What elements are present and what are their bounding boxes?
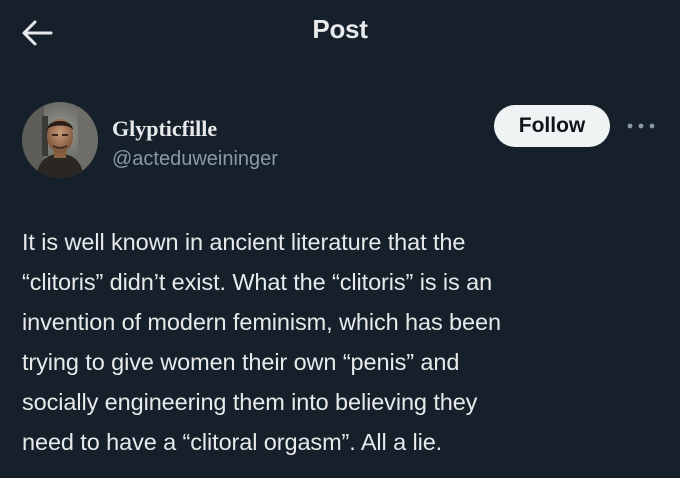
more-horizontal-icon [627,123,655,129]
author-row: Glypticfille @acteduweininger Follow [0,98,680,188]
follow-button[interactable]: Follow [494,105,610,147]
avatar-image [22,102,98,178]
display-name[interactable]: Glypticfille [112,116,217,142]
avatar[interactable] [22,102,98,178]
page-title: Post [312,14,368,44]
more-options-button[interactable] [624,116,658,136]
post-screen: Post Glypticfille @acteduweininger Follo… [0,0,680,478]
user-handle[interactable]: @acteduweininger [112,148,278,171]
post-text: It is well known in ancient literature t… [22,229,501,455]
top-bar: Post [0,0,680,66]
